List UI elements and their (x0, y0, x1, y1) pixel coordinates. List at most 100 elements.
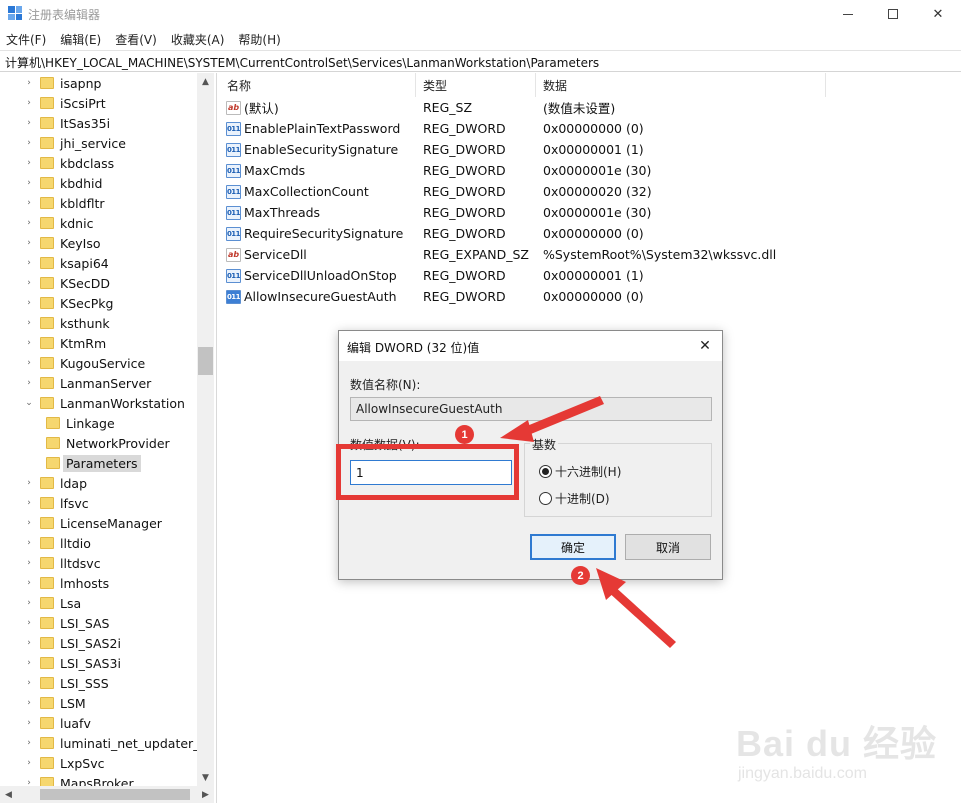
menu-edit[interactable]: 编辑(E) (60, 31, 101, 48)
radio-hex[interactable]: 十六进制(H) (539, 463, 621, 480)
chevron-right-icon[interactable]: › (24, 698, 34, 708)
close-button[interactable]: ✕ (915, 0, 961, 28)
ok-button[interactable]: 确定 (530, 534, 616, 560)
tree-item[interactable]: › LSI_SAS (24, 613, 109, 633)
value-row[interactable]: ab (默认) REG_SZ (数值未设置) (220, 97, 961, 118)
value-row[interactable]: 011 EnableSecuritySignature REG_DWORD 0x000… (220, 139, 961, 160)
scroll-up-icon[interactable]: ▲ (197, 73, 214, 90)
tree-item[interactable]: › iScsiPrt (24, 93, 105, 113)
scroll-thumb[interactable] (198, 347, 213, 375)
radio-dec[interactable]: 十进制(D) (539, 490, 610, 507)
tree-item[interactable]: › lltdsvc (24, 553, 100, 573)
tree-item[interactable]: › kbdhid (24, 173, 102, 193)
chevron-right-icon[interactable]: › (24, 318, 34, 328)
tree-item[interactable]: › isapnp (24, 73, 101, 93)
tree-item[interactable]: › LxpSvc (24, 753, 104, 773)
tree-item[interactable]: Parameters (40, 453, 141, 473)
chevron-right-icon[interactable]: › (24, 278, 34, 288)
tree-item[interactable]: › LSM (24, 693, 86, 713)
chevron-right-icon[interactable]: › (24, 618, 34, 628)
tree-item[interactable]: › ksthunk (24, 313, 109, 333)
chevron-right-icon[interactable]: › (24, 538, 34, 548)
radio-dec-indicator[interactable] (539, 492, 552, 505)
tree-item[interactable]: › LSI_SSS (24, 673, 108, 693)
tree-item[interactable]: › ItSas35i (24, 113, 110, 133)
tree-item[interactable]: › ksapi64 (24, 253, 109, 273)
chevron-right-icon[interactable]: › (24, 158, 34, 168)
tree-item[interactable]: NetworkProvider (40, 433, 170, 453)
chevron-down-icon[interactable]: ⌄ (24, 398, 34, 408)
column-header-name[interactable]: 名称 (220, 73, 416, 97)
chevron-right-icon[interactable]: › (24, 218, 34, 228)
chevron-right-icon[interactable]: › (24, 578, 34, 588)
chevron-right-icon[interactable]: › (24, 638, 34, 648)
value-row[interactable]: 011 EnablePlainTextPassword REG_DWORD 0x000… (220, 118, 961, 139)
chevron-right-icon[interactable]: › (24, 758, 34, 768)
chevron-right-icon[interactable]: › (24, 378, 34, 388)
value-row[interactable]: 011 RequireSecuritySignature REG_DWORD 0x00… (220, 223, 961, 244)
value-row[interactable]: 011 MaxThreads REG_DWORD 0x0000001e (30) (220, 202, 961, 223)
cancel-button[interactable]: 取消 (625, 534, 711, 560)
scroll-down-icon[interactable]: ▼ (197, 769, 214, 786)
tree-item[interactable]: › lltdio (24, 533, 91, 553)
value-row[interactable]: 011 AllowInsecureGuestAuth REG_DWORD 0x0000… (220, 286, 961, 307)
menu-view[interactable]: 查看(V) (115, 31, 157, 48)
tree-item[interactable]: › lmhosts (24, 573, 109, 593)
chevron-right-icon[interactable]: › (24, 558, 34, 568)
tree-horizontal-scrollbar[interactable]: ◀ ▶ (0, 786, 214, 803)
chevron-right-icon[interactable]: › (24, 358, 34, 368)
value-row[interactable]: 011 MaxCmds REG_DWORD 0x0000001e (30) (220, 160, 961, 181)
tree-item[interactable]: › KeyIso (24, 233, 100, 253)
tree-vertical-scrollbar[interactable]: ▲ ▼ (197, 73, 214, 786)
tree-item[interactable]: › LSI_SAS2i (24, 633, 121, 653)
scroll-thumb-horizontal[interactable] (40, 789, 190, 800)
scroll-right-icon[interactable]: ▶ (197, 786, 214, 803)
chevron-right-icon[interactable]: › (24, 498, 34, 508)
value-row[interactable]: 011 ServiceDllUnloadOnStop REG_DWORD 0x0000… (220, 265, 961, 286)
tree-item[interactable]: › LanmanServer (24, 373, 151, 393)
chevron-right-icon[interactable]: › (24, 658, 34, 668)
tree-item[interactable]: › KugouService (24, 353, 145, 373)
chevron-right-icon[interactable]: › (24, 598, 34, 608)
chevron-right-icon[interactable]: › (24, 138, 34, 148)
chevron-right-icon[interactable]: › (24, 178, 34, 188)
tree-item[interactable]: › luminati_net_updater_wi (24, 733, 213, 753)
chevron-right-icon[interactable]: › (24, 718, 34, 728)
menu-help[interactable]: 帮助(H) (238, 31, 280, 48)
chevron-right-icon[interactable]: › (24, 298, 34, 308)
radio-hex-indicator[interactable] (539, 465, 552, 478)
chevron-right-icon[interactable]: › (24, 198, 34, 208)
chevron-right-icon[interactable]: › (24, 518, 34, 528)
tree-item[interactable]: › kdnic (24, 213, 93, 233)
chevron-right-icon[interactable]: › (24, 78, 34, 88)
maximize-button[interactable] (870, 0, 916, 28)
chevron-right-icon[interactable]: › (24, 258, 34, 268)
tree-item[interactable]: › jhi_service (24, 133, 126, 153)
column-header-type[interactable]: 类型 (416, 73, 536, 97)
tree-item[interactable]: › lfsvc (24, 493, 88, 513)
tree-item[interactable]: › KSecDD (24, 273, 110, 293)
column-header-data[interactable]: 数据 (536, 73, 826, 97)
tree-item[interactable]: › Lsa (24, 593, 81, 613)
chevron-right-icon[interactable]: › (24, 338, 34, 348)
tree-item[interactable]: › ldap (24, 473, 87, 493)
menu-favorites[interactable]: 收藏夹(A) (171, 31, 225, 48)
address-bar[interactable]: 计算机\HKEY_LOCAL_MACHINE\SYSTEM\CurrentCon… (0, 50, 961, 72)
tree-item[interactable]: Linkage (40, 413, 115, 433)
tree-item[interactable]: › KSecPkg (24, 293, 113, 313)
minimize-button[interactable] (825, 0, 871, 28)
chevron-right-icon[interactable]: › (24, 478, 34, 488)
chevron-right-icon[interactable]: › (24, 238, 34, 248)
tree-item[interactable]: › kbldfltr (24, 193, 104, 213)
tree-item[interactable]: › luafv (24, 713, 91, 733)
dialog-close-icon[interactable]: ✕ (695, 336, 715, 356)
scroll-left-icon[interactable]: ◀ (0, 786, 17, 803)
tree-item[interactable]: › LSI_SAS3i (24, 653, 121, 673)
tree-item[interactable]: › KtmRm (24, 333, 106, 353)
value-row[interactable]: 011 MaxCollectionCount REG_DWORD 0x00000020… (220, 181, 961, 202)
value-row[interactable]: ab ServiceDll REG_EXPAND_SZ %SystemRoot%\Sy… (220, 244, 961, 265)
tree-item[interactable]: ⌄ LanmanWorkstation (24, 393, 185, 413)
chevron-right-icon[interactable]: › (24, 738, 34, 748)
tree-item[interactable]: › kbdclass (24, 153, 114, 173)
chevron-right-icon[interactable]: › (24, 118, 34, 128)
